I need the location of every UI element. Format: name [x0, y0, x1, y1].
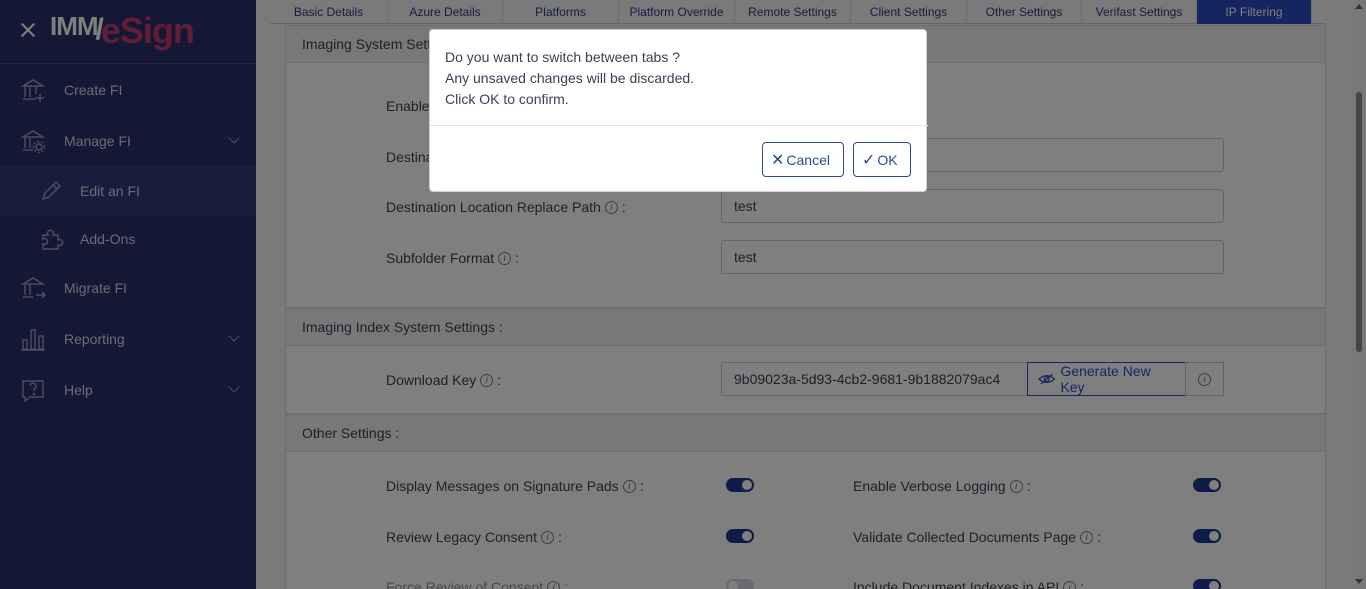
close-icon: ✕ [771, 151, 785, 169]
check-icon: ✓ [862, 151, 876, 169]
ok-button[interactable]: ✓ OK [853, 142, 911, 177]
dialog-message: Do you want to switch between tabs ? Any… [445, 49, 695, 107]
confirm-dialog: Do you want to switch between tabs ? Any… [429, 29, 928, 192]
cancel-button[interactable]: ✕ Cancel [762, 142, 844, 177]
dialog-divider [430, 125, 928, 126]
